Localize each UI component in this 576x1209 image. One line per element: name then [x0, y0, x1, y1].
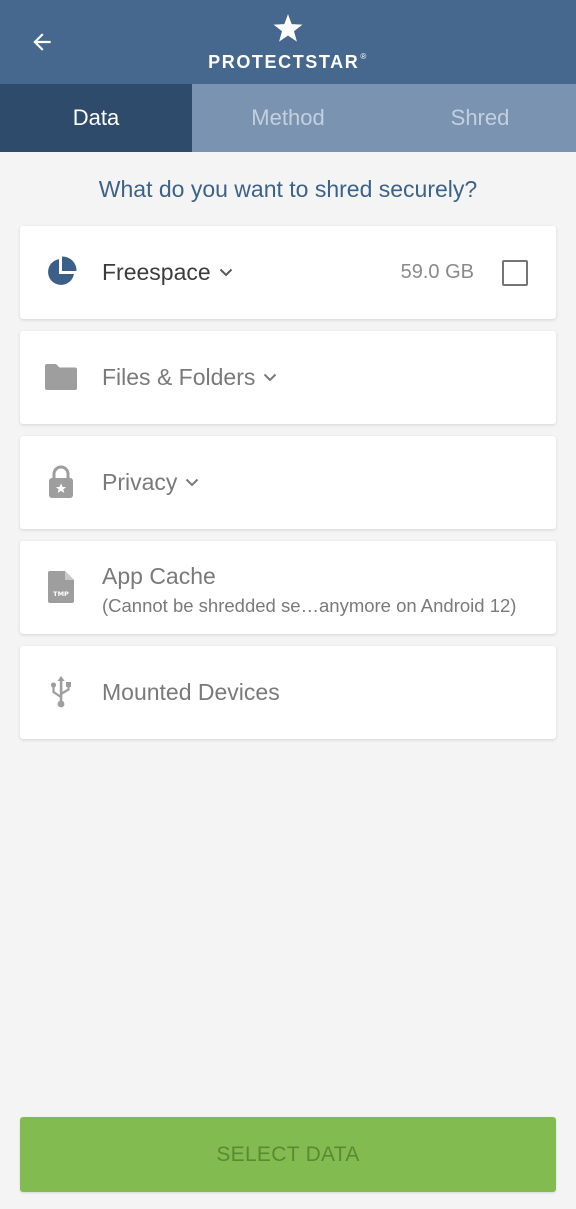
app-cache-note: (Cannot be shredded se…anymore on Androi…: [102, 595, 517, 616]
files-folders-item[interactable]: Files & Folders: [20, 331, 556, 424]
chevron-down-icon: [219, 268, 233, 277]
app-cache-text: App Cache (Cannot be shredded se…anymore…: [102, 563, 516, 617]
tab-shred[interactable]: Shred: [384, 84, 576, 152]
freespace-label: Freespace: [102, 226, 233, 319]
pie-chart-icon: [44, 254, 78, 290]
app-bar: PROTECTSTAR®: [0, 0, 576, 84]
privacy-label: Privacy: [102, 436, 199, 529]
privacy-item[interactable]: Privacy: [20, 436, 556, 529]
freespace-size: 59.0 GB: [400, 261, 474, 283]
freespace-item[interactable]: Freespace 59.0 GB: [20, 226, 556, 319]
chevron-down-icon: [263, 373, 277, 382]
tab-bar: Data Method Shred: [0, 84, 576, 152]
select-data-button[interactable]: SELECT DATA: [20, 1117, 556, 1192]
mounted-devices-item[interactable]: Mounted Devices: [20, 646, 556, 739]
registered-mark: ®: [360, 52, 368, 61]
brand-name: PROTECTSTAR®: [208, 52, 368, 72]
chevron-down-icon: [185, 478, 199, 487]
files-folders-label: Files & Folders: [102, 331, 277, 424]
app-cache-label: App Cache: [102, 563, 216, 589]
app-cache-item[interactable]: TMP App Cache (Cannot be shredded se…any…: [20, 541, 556, 634]
page-question: What do you want to shred securely?: [98, 176, 478, 202]
tmp-file-icon: TMP: [44, 569, 78, 605]
usb-icon: [44, 674, 78, 710]
folder-icon: [44, 359, 78, 395]
tab-method[interactable]: Method: [192, 84, 384, 152]
star-icon: [273, 14, 303, 42]
tab-data[interactable]: Data: [0, 84, 192, 152]
mounted-devices-label: Mounted Devices: [102, 679, 280, 705]
svg-text:TMP: TMP: [53, 590, 69, 598]
protectstar-logo: PROTECTSTAR®: [0, 12, 576, 73]
lock-icon: [44, 464, 78, 500]
freespace-checkbox[interactable]: [502, 260, 528, 286]
